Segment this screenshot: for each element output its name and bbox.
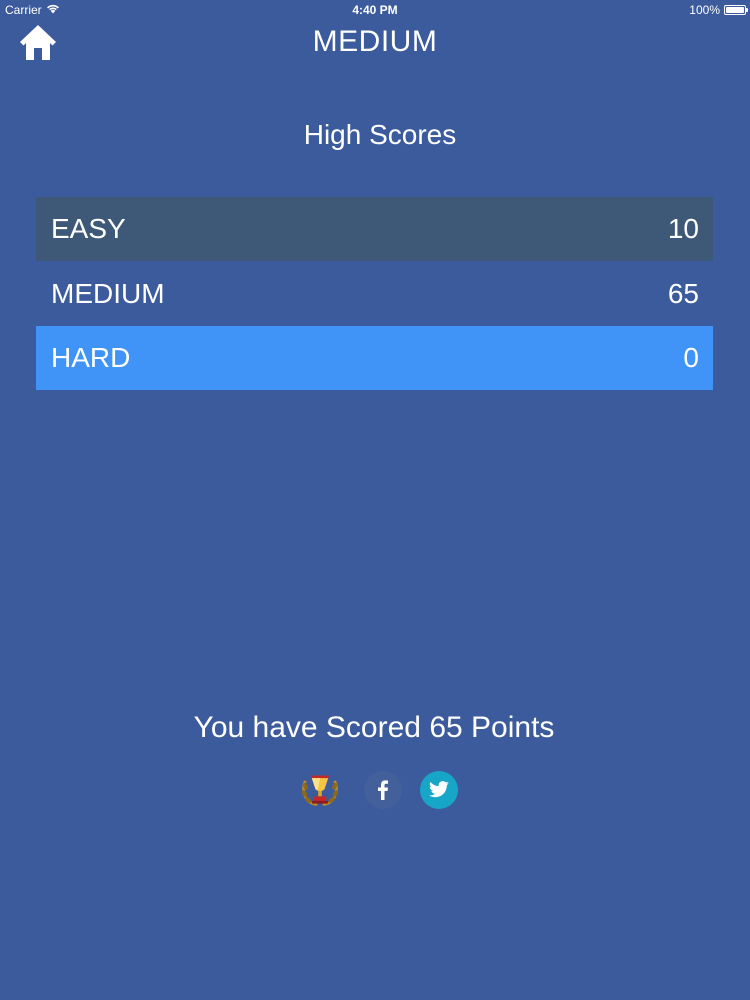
twitter-icon <box>429 781 449 798</box>
score-value: 65 <box>667 277 699 309</box>
battery-icon <box>724 5 748 15</box>
score-value: 0 <box>683 342 699 373</box>
score-list: EASY 10 MEDIUM 65 HARD 0 <box>36 197 713 390</box>
trophy-icon <box>301 775 339 806</box>
leaderboard-button[interactable] <box>300 770 340 810</box>
facebook-icon <box>378 780 388 800</box>
status-bar: Carrier 4:40 PM 100% <box>0 0 750 20</box>
status-time: 4:40 PM <box>352 3 398 17</box>
page-title: MEDIUM <box>312 25 438 58</box>
high-scores-title: High Scores <box>303 119 457 150</box>
share-row <box>300 770 458 810</box>
score-row-hard[interactable]: HARD 0 <box>36 326 713 390</box>
difficulty-label: EASY <box>51 213 126 244</box>
status-right: 100% <box>689 0 748 20</box>
score-row-easy[interactable]: EASY 10 <box>36 197 713 261</box>
score-value: 10 <box>667 213 699 244</box>
score-row-medium[interactable]: MEDIUM 65 <box>36 261 713 326</box>
facebook-share-button[interactable] <box>364 771 402 809</box>
difficulty-label: MEDIUM <box>51 277 165 309</box>
difficulty-label: HARD <box>51 342 131 373</box>
twitter-share-button[interactable] <box>420 771 458 809</box>
battery-percent: 100% <box>689 3 720 17</box>
score-result-text: You have Scored 65 Points <box>193 711 555 744</box>
